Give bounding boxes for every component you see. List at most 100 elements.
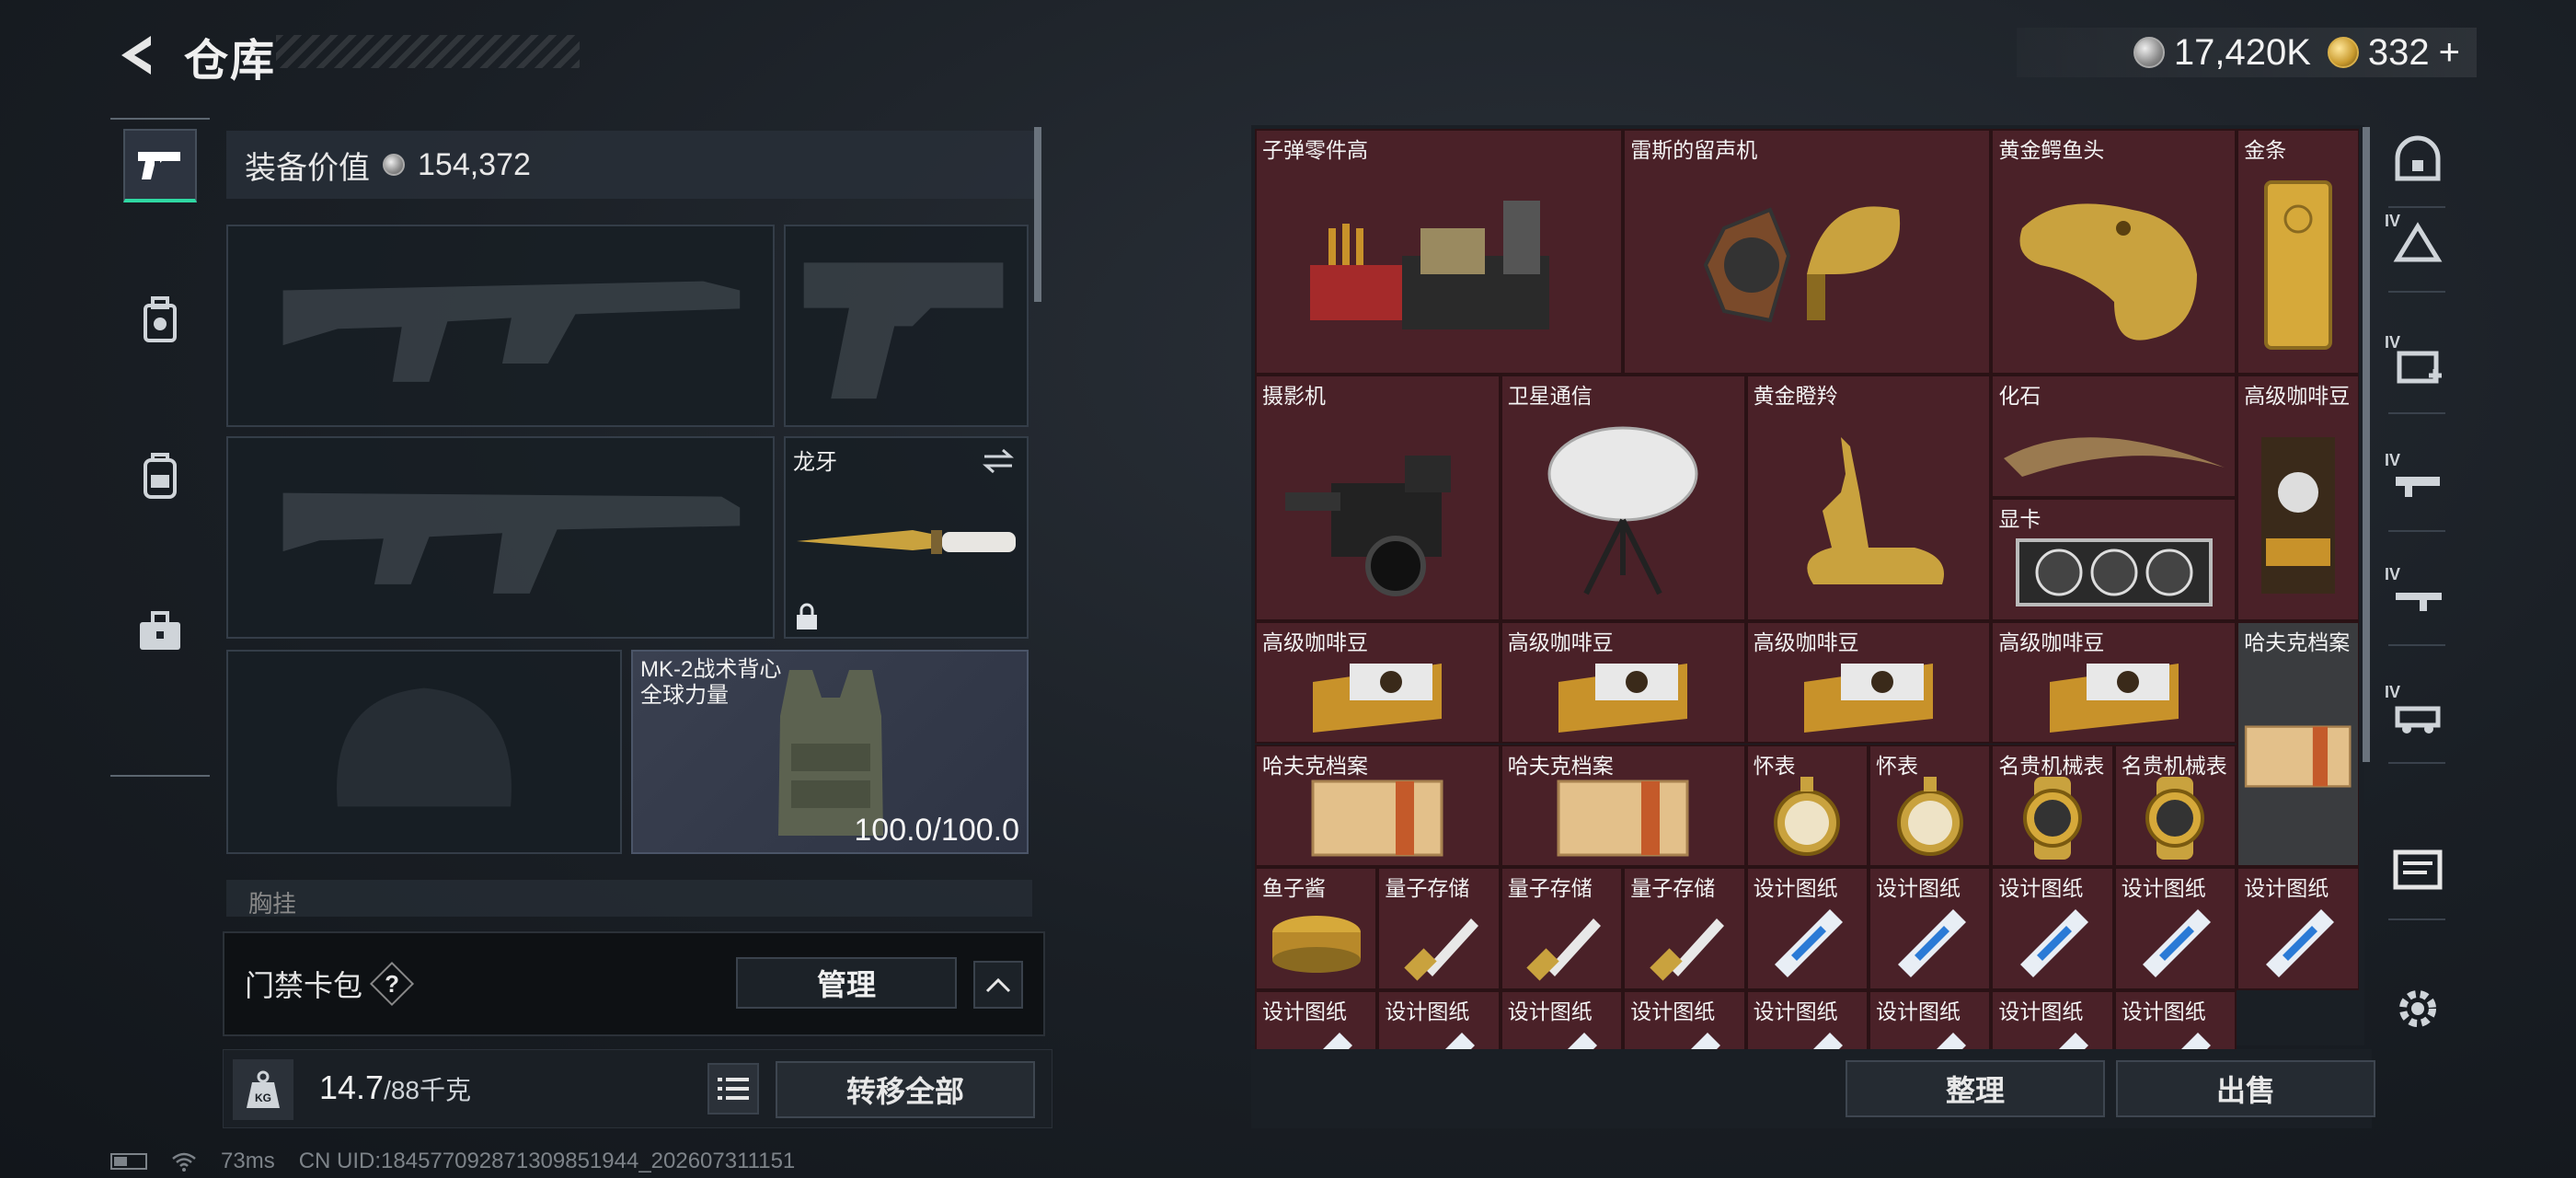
equipment-value-amount: 154,372 xyxy=(418,146,531,182)
storage-item[interactable]: 量子存储 xyxy=(1377,867,1501,990)
add-gold-button[interactable]: + xyxy=(2439,32,2460,74)
usb-item-icon xyxy=(1625,895,1743,988)
gold-coin-icon xyxy=(2327,37,2359,68)
supply-tier4-filter-button[interactable]: IV xyxy=(2383,210,2453,280)
wifi-icon xyxy=(172,1152,196,1172)
tab-case[interactable] xyxy=(123,595,197,668)
gramophone-item-icon xyxy=(1625,156,1989,373)
storage-item[interactable]: 显卡 xyxy=(1991,498,2237,621)
storage-item[interactable]: 设计图纸 xyxy=(1255,989,1378,1049)
helmet-slot[interactable] xyxy=(226,650,622,854)
tab-keycard[interactable] xyxy=(123,283,197,357)
back-button[interactable] xyxy=(109,28,164,83)
keycard-bag-label: 门禁卡包 xyxy=(245,969,363,1002)
storage-item[interactable]: 哈夫克档案 xyxy=(1255,744,1501,868)
storage-item[interactable]: 设计图纸 xyxy=(1745,989,1869,1049)
melee-slot[interactable]: 龙牙 xyxy=(784,436,1029,639)
vest-name-line1: MK-2战术背心 xyxy=(640,657,782,682)
storage-item[interactable]: 量子存储 xyxy=(1500,867,1624,990)
storage-scrollbar[interactable] xyxy=(2363,127,2370,762)
storage-item[interactable]: 设计图纸 xyxy=(2113,867,2237,990)
storage-item[interactable]: 哈夫克档案 xyxy=(2237,620,2359,868)
gold-currency[interactable]: 332 + xyxy=(2327,32,2460,74)
storage-item[interactable]: 设计图纸 xyxy=(1623,989,1746,1049)
weight-bar: KG 14.7/88千克 转移全部 xyxy=(223,1049,1052,1128)
storage-item[interactable]: 高级咖啡豆 xyxy=(1991,620,2237,745)
rifle-silhouette-icon xyxy=(282,281,741,382)
storage-item[interactable]: 怀表 xyxy=(1869,744,1992,868)
sort-button[interactable]: 整理 xyxy=(1846,1060,2105,1117)
list-icon xyxy=(718,1078,749,1100)
chest-rig-slot-label[interactable]: 胸挂 xyxy=(226,880,1032,918)
storage-item[interactable]: 设计图纸 xyxy=(1869,867,1992,990)
rifle-silhouette-icon xyxy=(282,492,741,594)
weapon-tier4-alt-filter-button[interactable]: IV xyxy=(2383,563,2453,633)
blueprint-item-icon xyxy=(1748,895,1867,988)
storage-item[interactable]: 设计图纸 xyxy=(1991,867,2114,990)
storage-item[interactable]: 设计图纸 xyxy=(1745,867,1869,990)
collapse-button[interactable] xyxy=(973,961,1023,1009)
primary-weapon-slot[interactable] xyxy=(226,225,775,427)
list-view-button[interactable] xyxy=(707,1063,759,1114)
weapon-tier4-filter-button[interactable]: IV xyxy=(2383,449,2453,519)
secondary-weapon-slot[interactable] xyxy=(226,436,775,639)
home-case-filter-button[interactable] xyxy=(2383,125,2453,195)
storage-item[interactable]: 黄金瞪羚 xyxy=(1745,375,1992,621)
storage-item[interactable]: 设计图纸 xyxy=(2237,867,2359,990)
storage-item[interactable]: 高级咖啡豆 xyxy=(1500,620,1746,745)
equipment-value-label: 装备价值 xyxy=(245,150,370,186)
sidearm-slot[interactable] xyxy=(784,225,1029,427)
storage-item[interactable]: 摄影机 xyxy=(1255,375,1501,621)
storage-item[interactable]: 卫星通信 xyxy=(1500,375,1746,621)
storage-item[interactable]: 鱼子酱 xyxy=(1255,867,1378,990)
help-icon: ? xyxy=(385,969,399,998)
storage-item[interactable]: 金条 xyxy=(2237,129,2359,375)
equipment-tab-rail xyxy=(110,118,210,777)
storage-item[interactable]: 高级咖啡豆 xyxy=(1255,620,1501,745)
rail-divider xyxy=(2388,412,2445,414)
equipment-scrollbar[interactable] xyxy=(1034,127,1041,302)
tab-weapon[interactable] xyxy=(123,129,197,202)
storage-item[interactable]: 设计图纸 xyxy=(2113,989,2237,1049)
storage-item[interactable]: 哈夫克档案 xyxy=(1500,744,1746,868)
storage-item[interactable]: 设计图纸 xyxy=(1869,989,1992,1049)
keycard-bag-icon xyxy=(144,296,177,342)
storage-item[interactable]: 量子存储 xyxy=(1623,867,1746,990)
fossil-item-icon xyxy=(1993,402,2235,496)
storage-item[interactable]: 高级咖啡豆 xyxy=(1745,620,1992,745)
swap-icon[interactable] xyxy=(981,447,1016,475)
silver-coin-icon xyxy=(383,154,405,176)
settings-filter-button[interactable] xyxy=(2383,976,2453,1045)
blueprint-item-icon xyxy=(1870,1018,1989,1049)
lock-icon xyxy=(797,603,817,629)
storage-item[interactable]: 设计图纸 xyxy=(1991,989,2114,1049)
vest-name-line2: 全球力量 xyxy=(640,683,729,708)
storage-item[interactable]: 雷斯的留声机 xyxy=(1623,129,1992,375)
transfer-all-button[interactable]: 转移全部 xyxy=(776,1061,1035,1118)
sell-button[interactable]: 出售 xyxy=(2116,1060,2375,1117)
storage-item[interactable]: 子弹零件高 xyxy=(1255,129,1624,375)
storage-item[interactable]: 名贵机械表 xyxy=(1991,744,2114,868)
weight-current: 14.7 xyxy=(319,1068,385,1106)
armor-slot[interactable]: MK-2战术背心 全球力量 100.0/100.0 xyxy=(631,650,1029,854)
tab-backpack[interactable] xyxy=(123,438,197,512)
help-button[interactable]: ? xyxy=(374,965,410,1002)
vest-name: MK-2战术背心 全球力量 xyxy=(640,657,781,709)
storage-item[interactable]: 设计图纸 xyxy=(1377,989,1501,1049)
storage-item[interactable]: 化石 xyxy=(1991,375,2237,499)
storage-item[interactable]: 高级咖啡豆 xyxy=(2237,375,2359,621)
vehicle-tier4-filter-button[interactable]: IV xyxy=(2383,681,2453,751)
blueprint-filter-button[interactable] xyxy=(2383,837,2453,907)
coffee-item-icon xyxy=(1748,649,1990,743)
storage-item[interactable]: 名贵机械表 xyxy=(2113,744,2237,868)
medical-tier4-filter-button[interactable]: IV xyxy=(2383,331,2453,401)
manage-button[interactable]: 管理 xyxy=(736,957,957,1009)
storage-item[interactable]: 怀表 xyxy=(1745,744,1869,868)
blueprint-item-icon xyxy=(1379,1018,1498,1049)
storage-item[interactable]: 黄金鳄鱼头 xyxy=(1991,129,2237,375)
weight-max: /88千克 xyxy=(384,1076,472,1104)
storage-item[interactable]: 设计图纸 xyxy=(1500,989,1624,1049)
tier-badge: IV xyxy=(2385,451,2401,469)
coffee-item-icon xyxy=(1993,649,2235,743)
knife-icon xyxy=(797,530,1016,554)
